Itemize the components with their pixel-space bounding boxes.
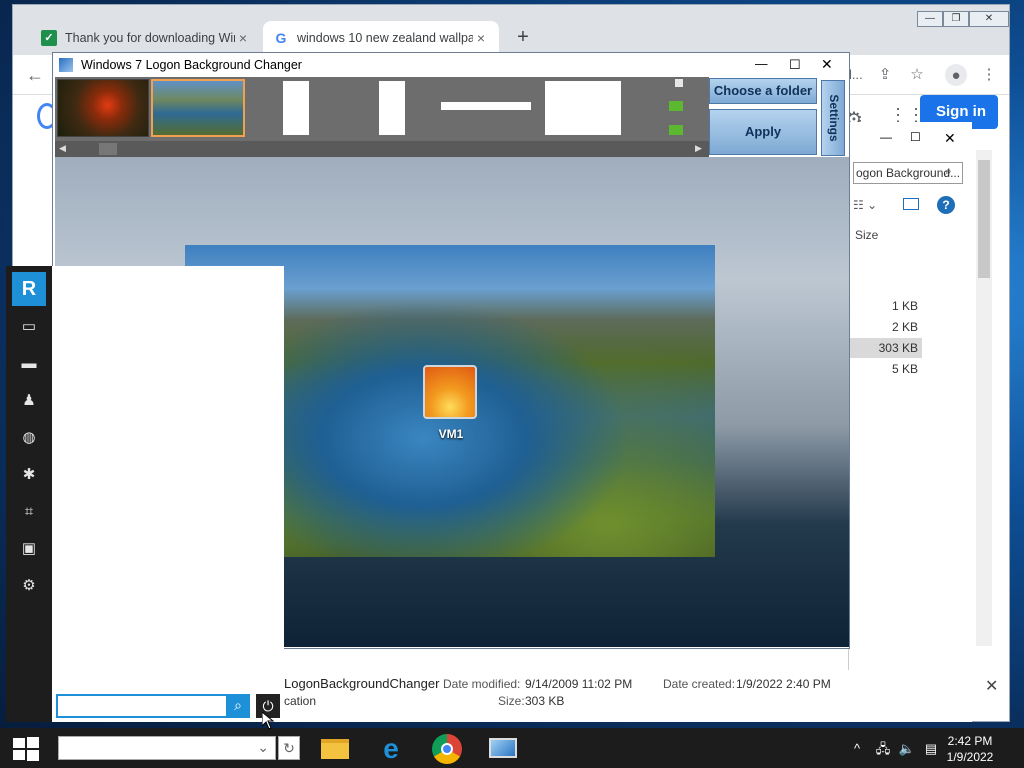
- user-name-label: VM1: [438, 427, 464, 441]
- taskbar-address-box[interactable]: ⌄: [58, 736, 276, 760]
- restore-button[interactable]: ❐: [943, 11, 969, 27]
- maximize-button[interactable]: ☐: [789, 57, 801, 73]
- network-icon[interactable]: ◍: [6, 423, 52, 453]
- remote-desktop-icon[interactable]: [486, 732, 520, 766]
- scroll-right-icon[interactable]: ▶: [695, 143, 702, 154]
- file-explorer-icon[interactable]: [318, 732, 352, 766]
- thumbnail-blank[interactable]: [545, 81, 621, 135]
- search-icon[interactable]: ⌕: [226, 694, 250, 718]
- folder-icon[interactable]: ▬: [6, 349, 52, 379]
- user-picture-icon: [423, 365, 477, 419]
- scrollbar-thumb[interactable]: [978, 160, 990, 278]
- start-search-input[interactable]: [56, 694, 250, 718]
- file-size: 2 KB: [891, 320, 918, 334]
- size-label: Size:: [498, 694, 525, 708]
- file-size: 1 KB: [891, 299, 918, 313]
- tab-title: Thank you for downloading Windows 7 Logo…: [65, 31, 235, 45]
- chrome-tab-bar: ✓ Thank you for downloading Windows 7 Lo…: [13, 5, 1009, 55]
- thumbnail-blank[interactable]: [441, 102, 531, 110]
- date-modified-label: Date modified:: [443, 677, 521, 691]
- address-overflow-text: l...: [849, 67, 863, 82]
- chevron-up-icon[interactable]: ^: [848, 740, 866, 758]
- refresh-icon[interactable]: ↻: [278, 736, 300, 760]
- lbc-titlebar: Windows 7 Logon Background Changer — ☐ ✕: [53, 53, 849, 77]
- users-icon[interactable]: ♟: [6, 386, 52, 416]
- choose-folder-button[interactable]: Choose a folder: [709, 78, 817, 104]
- search-icon: ⌕: [945, 164, 952, 178]
- green-flag-icon: [669, 125, 683, 135]
- clock-time: 2:42 PM: [947, 734, 993, 748]
- date-created-label: Date created:: [663, 677, 736, 691]
- settings-label: Settings: [827, 94, 841, 142]
- taskbar-clock[interactable]: 2:42 PM 1/9/2022: [940, 733, 1000, 765]
- monitor-icon[interactable]: ▭: [6, 312, 52, 342]
- preview-pane-icon[interactable]: [903, 198, 919, 210]
- display-icon[interactable]: ▣: [6, 534, 52, 564]
- window-title: Windows 7 Logon Background Changer: [81, 58, 302, 72]
- apply-button[interactable]: Apply: [709, 109, 817, 155]
- tab-title: windows 10 new zealand wallpaper - Googl…: [297, 31, 473, 45]
- volume-icon[interactable]: 🔈: [898, 740, 916, 758]
- minimize-button[interactable]: —: [880, 130, 892, 144]
- close-button[interactable]: ✕: [821, 56, 833, 73]
- settings-icon[interactable]: ⚙: [6, 571, 52, 601]
- new-tab-button[interactable]: +: [511, 25, 535, 49]
- date-created-value: 1/9/2022 2:40 PM: [736, 677, 831, 691]
- start-menu-panel: [52, 266, 284, 722]
- windows-start-icon[interactable]: [12, 736, 40, 762]
- file-size-selected[interactable]: 303 KB: [850, 338, 922, 358]
- thumbnail-blank[interactable]: [379, 81, 405, 135]
- file-size: 5 KB: [891, 362, 918, 376]
- mouse-cursor-icon: [261, 710, 275, 733]
- view-options-icon[interactable]: ☷ ⌄: [853, 198, 877, 212]
- close-details-icon[interactable]: ✕: [985, 676, 998, 696]
- clock-date: 1/9/2022: [946, 750, 994, 764]
- chevron-down-icon[interactable]: ⌄: [257, 739, 269, 756]
- thumbnail-blank[interactable]: [283, 81, 309, 135]
- chart-icon[interactable]: ⌗: [6, 497, 52, 527]
- tab-google-search[interactable]: G windows 10 new zealand wallpaper - Goo…: [263, 21, 499, 55]
- back-icon[interactable]: ←: [23, 63, 47, 87]
- scrollbar-thumb[interactable]: [99, 143, 117, 155]
- notification-icon[interactable]: ▤: [922, 740, 940, 758]
- chrome-icon[interactable]: [430, 732, 464, 766]
- green-square-icon: ✓: [41, 30, 57, 46]
- explorer-titlebar: — ☐ ✕: [848, 124, 972, 154]
- date-modified-value: 9/14/2009 11:02 PM: [525, 677, 633, 691]
- help-icon[interactable]: ?: [937, 196, 955, 214]
- close-button[interactable]: ✕: [969, 11, 1009, 27]
- bookmark-star-icon[interactable]: ☆: [905, 63, 929, 87]
- close-button[interactable]: ✕: [944, 130, 956, 147]
- minimize-button[interactable]: —: [917, 11, 943, 27]
- gear-puzzle-icon[interactable]: ✱: [6, 460, 52, 490]
- green-flag-icon: [669, 101, 683, 111]
- menu-dots-icon[interactable]: ⋮: [977, 63, 1001, 87]
- explorer-details-pane: LogonBackgroundChanger cation Date modif…: [282, 670, 998, 722]
- thumbnail-new-zealand-selected[interactable]: [151, 79, 245, 137]
- size-value: 303 KB: [525, 694, 565, 708]
- minimize-button[interactable]: —: [755, 57, 768, 71]
- share-icon[interactable]: ⇪: [873, 63, 897, 87]
- profile-avatar-icon[interactable]: ●: [945, 64, 967, 86]
- scroll-left-icon[interactable]: ◀: [59, 143, 66, 154]
- app-icon: [59, 58, 73, 72]
- windows-logo-icon: [675, 79, 683, 87]
- details-type: cation: [284, 694, 317, 708]
- start-logo-icon[interactable]: R: [12, 272, 46, 306]
- google-g-icon: G: [275, 30, 287, 46]
- close-tab-icon[interactable]: ×: [473, 30, 489, 46]
- edge-icon[interactable]: e: [374, 732, 408, 766]
- thumbnail-scrollbar[interactable]: ◀ ▶: [55, 141, 709, 157]
- network-tray-icon[interactable]: 🖧: [874, 740, 892, 758]
- close-tab-icon[interactable]: ×: [235, 30, 251, 46]
- maximize-button[interactable]: ☐: [910, 130, 921, 144]
- thumbnail-tulips[interactable]: [57, 79, 149, 137]
- details-filename: LogonBackgroundChanger: [284, 676, 440, 691]
- size-column-header[interactable]: Size: [855, 228, 878, 242]
- tab-download[interactable]: ✓ Thank you for downloading Windows 7 Lo…: [31, 21, 261, 55]
- settings-tab[interactable]: Settings: [821, 80, 845, 156]
- file-explorer-window: ogon Background... ⌕ ☷ ⌄ ? Size: [848, 122, 972, 722]
